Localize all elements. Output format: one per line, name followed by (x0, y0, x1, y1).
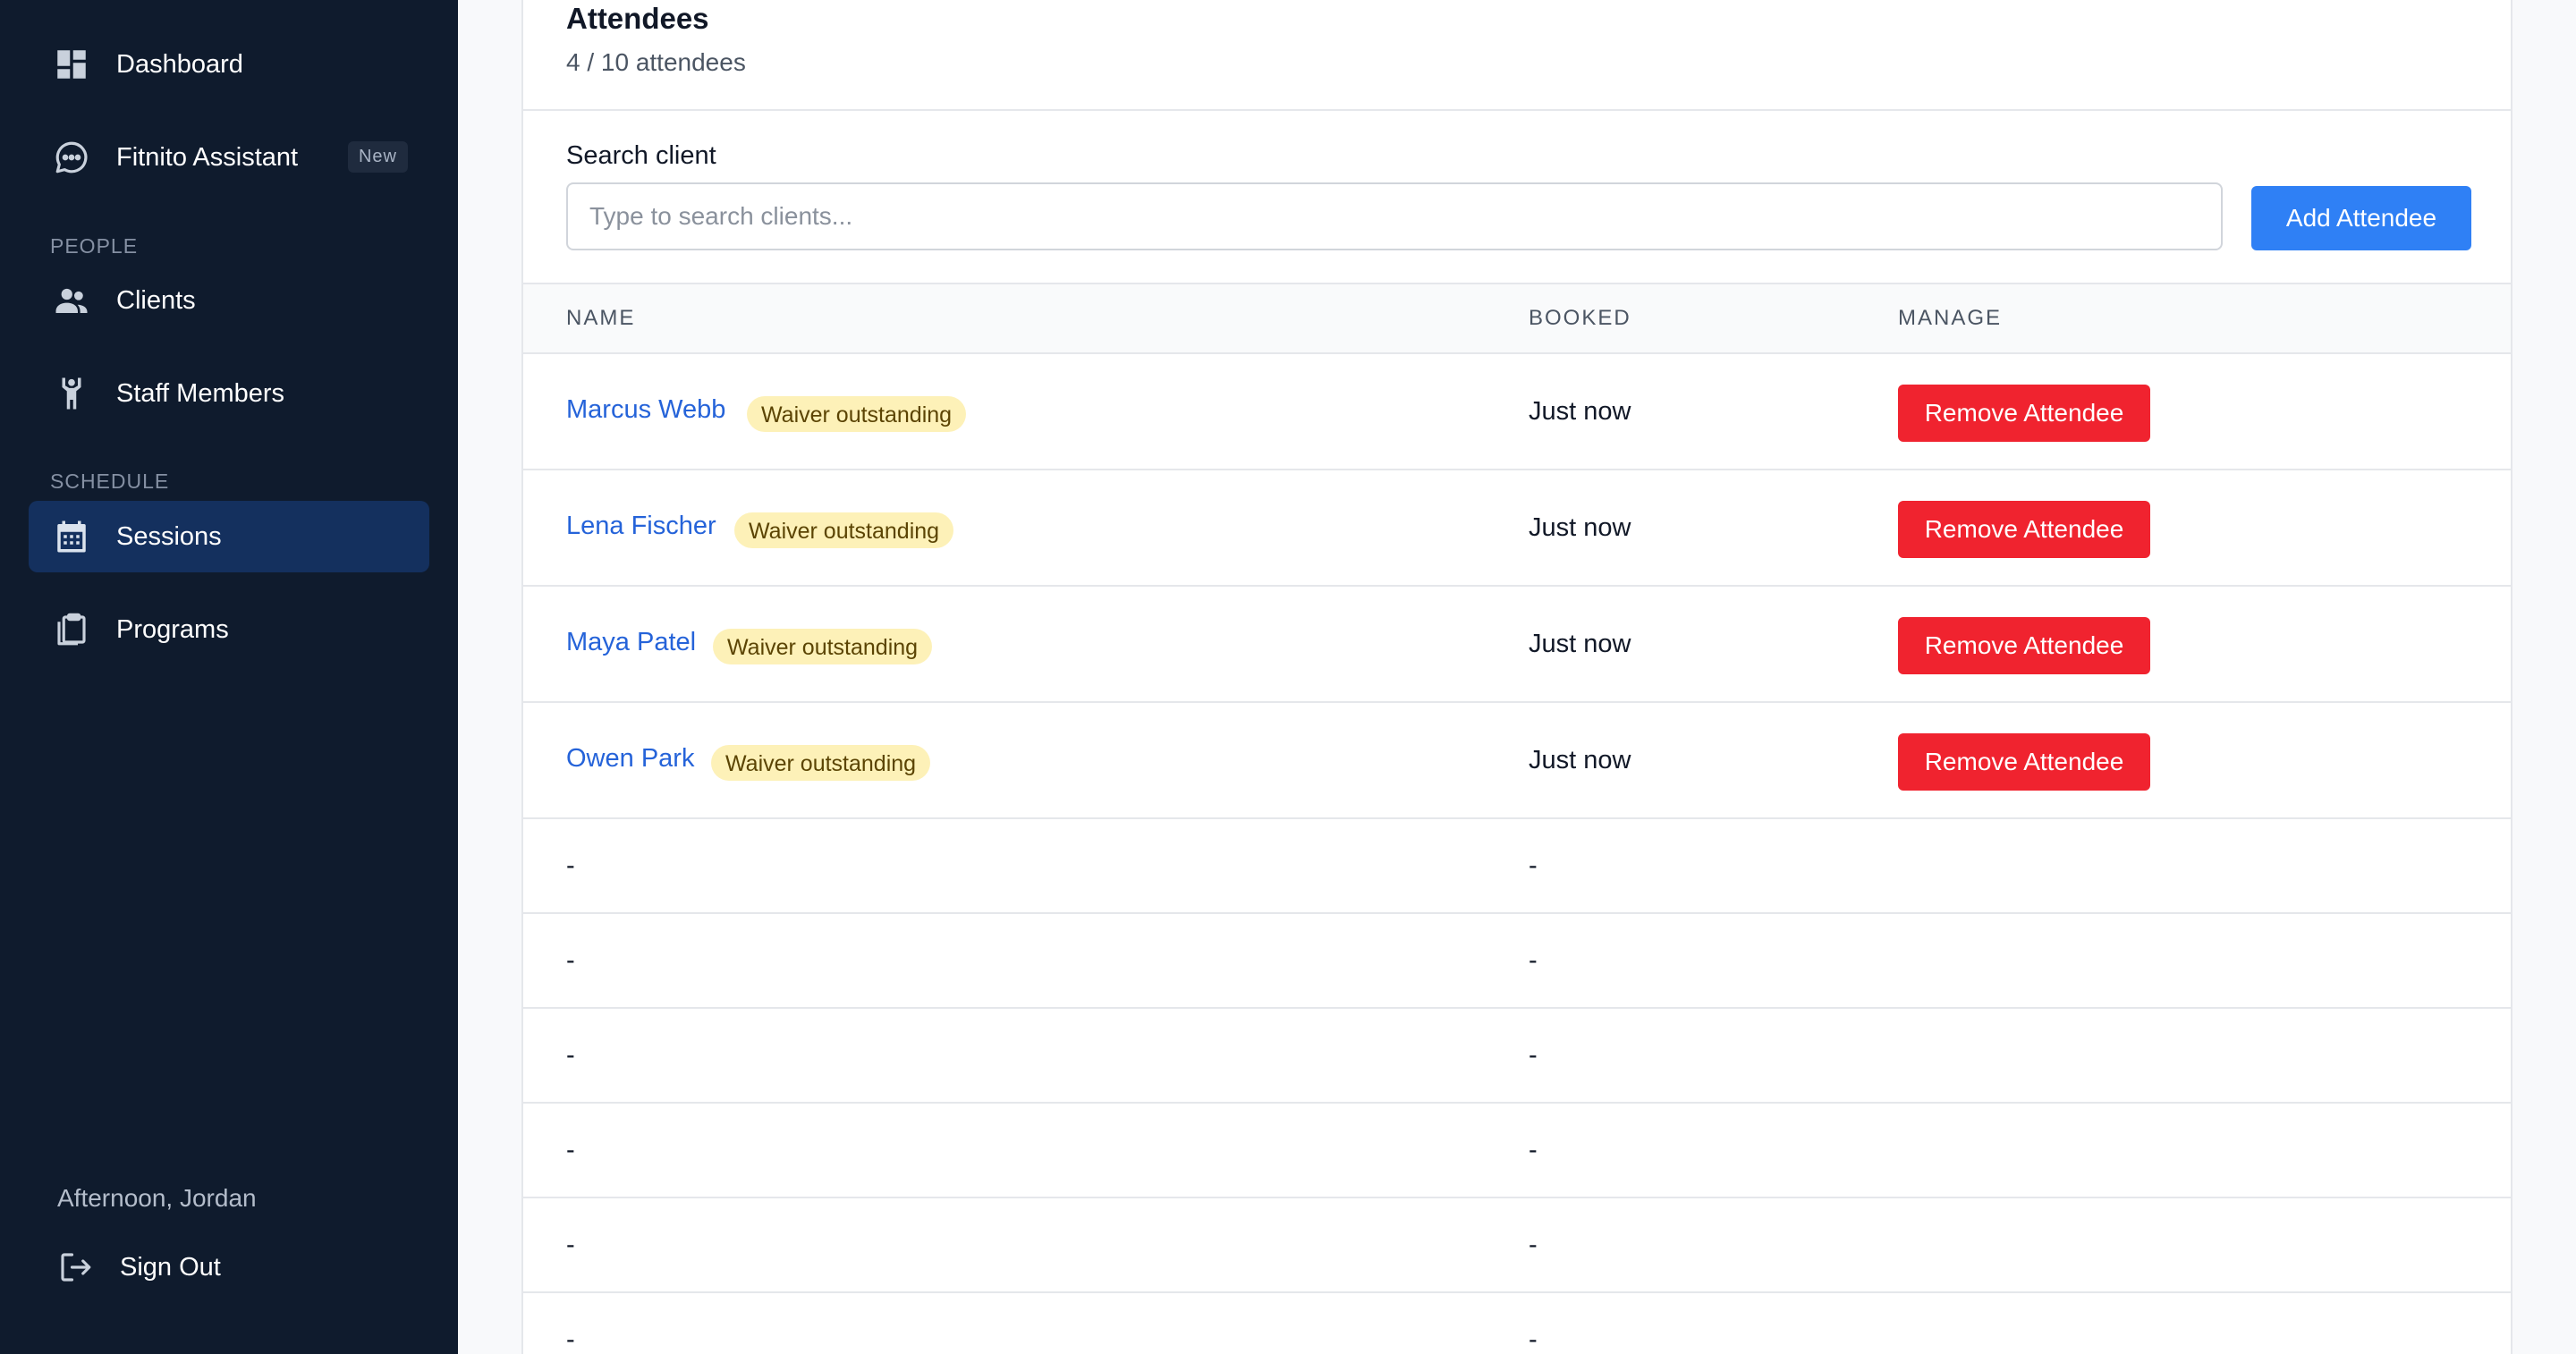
empty-booked: - (1529, 1136, 1538, 1164)
empty-name: - (566, 1231, 575, 1259)
remove-attendee-button[interactable]: Remove Attendee (1898, 385, 2150, 442)
waiver-status-badge: Waiver outstanding (711, 745, 931, 781)
client-name-link[interactable]: Owen Park (566, 744, 694, 774)
remove-attendee-button[interactable]: Remove Attendee (1898, 501, 2150, 558)
sign-out-button[interactable]: Sign Out (32, 1231, 433, 1303)
client-name-link[interactable]: Lena Fischer (566, 512, 716, 541)
empty-slot-row: - - (523, 1198, 2511, 1293)
clipboard-icon (53, 611, 90, 648)
empty-name: - (566, 1325, 575, 1354)
people-icon (53, 282, 90, 319)
card-title: Attendees (566, 2, 709, 35)
remove-attendee-button[interactable]: Remove Attendee (1898, 733, 2150, 791)
waiver-status-badge: Waiver outstanding (713, 629, 933, 664)
person-arms-up-icon (53, 375, 90, 412)
search-label: Search client (566, 141, 716, 170)
empty-booked: - (1529, 946, 1538, 975)
sidebar-item-sessions[interactable]: Sessions (29, 501, 429, 572)
client-name-link[interactable]: Marcus Webb (566, 395, 725, 425)
search-client-input[interactable] (566, 182, 2223, 250)
empty-booked: - (1529, 1231, 1538, 1259)
empty-name: - (566, 1136, 575, 1164)
column-header-manage: MANAGE (1898, 306, 2003, 330)
client-name-link[interactable]: Maya Patel (566, 628, 696, 657)
sidebar-item-label: Dashboard (116, 49, 243, 79)
empty-slot-row: - - (523, 914, 2511, 1009)
table-row: Owen Park Waiver outstanding Just now Re… (523, 703, 2511, 819)
sidebar-item-dashboard[interactable]: Dashboard (29, 29, 429, 100)
table-header: NAME BOOKED MANAGE (523, 283, 2511, 354)
column-header-booked: BOOKED (1529, 306, 1631, 330)
attendee-count: 4 / 10 attendees (566, 48, 746, 76)
booked-time: Just now (1529, 397, 1631, 426)
header-divider (523, 109, 2511, 111)
booked-time: Just now (1529, 746, 1631, 774)
new-badge: New (347, 141, 408, 173)
sidebar-item-fitnito-assistant[interactable]: Fitnito Assistant New (29, 122, 429, 193)
waiver-status-badge: Waiver outstanding (734, 512, 954, 548)
sidebar: Dashboard Fitnito Assistant New PEOPLE C… (0, 0, 458, 1354)
user-greeting: Afternoon, Jordan (57, 1184, 257, 1212)
sidebar-item-staff-members[interactable]: Staff Members (29, 358, 429, 429)
sidebar-item-programs[interactable]: Programs (29, 594, 429, 665)
empty-slot-row: - - (523, 1009, 2511, 1104)
section-label-schedule: SCHEDULE (50, 470, 170, 493)
sidebar-item-label: Sessions (116, 521, 222, 551)
chat-bubble-icon (53, 139, 90, 176)
booked-time: Just now (1529, 630, 1631, 658)
empty-slot-row: - - (523, 1104, 2511, 1198)
empty-name: - (566, 1041, 575, 1070)
table-row: Lena Fischer Waiver outstanding Just now… (523, 470, 2511, 587)
empty-booked: - (1529, 1041, 1538, 1070)
sidebar-item-clients[interactable]: Clients (29, 265, 429, 336)
sign-out-label: Sign Out (120, 1252, 221, 1282)
waiver-status-badge: Waiver outstanding (747, 396, 967, 432)
empty-slot-row: - - (523, 819, 2511, 914)
empty-name: - (566, 851, 575, 880)
add-attendee-button[interactable]: Add Attendee (2251, 186, 2471, 250)
column-header-name: NAME (566, 306, 636, 330)
sidebar-item-label: Fitnito Assistant (116, 142, 299, 172)
table-row: Maya Patel Waiver outstanding Just now R… (523, 587, 2511, 703)
table-row: Marcus Webb Waiver outstanding Just now … (523, 354, 2511, 470)
sign-out-icon (56, 1248, 94, 1286)
sidebar-item-label: Clients (116, 285, 196, 315)
dashboard-icon (53, 46, 90, 83)
attendees-card: Attendees 4 / 10 attendees Search client… (521, 0, 2512, 1354)
remove-attendee-button[interactable]: Remove Attendee (1898, 617, 2150, 674)
calendar-icon (53, 518, 90, 555)
empty-name: - (566, 946, 575, 975)
empty-booked: - (1529, 851, 1538, 880)
booked-time: Just now (1529, 513, 1631, 542)
section-label-people: PEOPLE (50, 234, 139, 258)
empty-booked: - (1529, 1325, 1538, 1354)
sidebar-item-label: Programs (116, 614, 229, 644)
empty-slot-row: - - (523, 1293, 2511, 1354)
sidebar-item-label: Staff Members (116, 378, 285, 408)
